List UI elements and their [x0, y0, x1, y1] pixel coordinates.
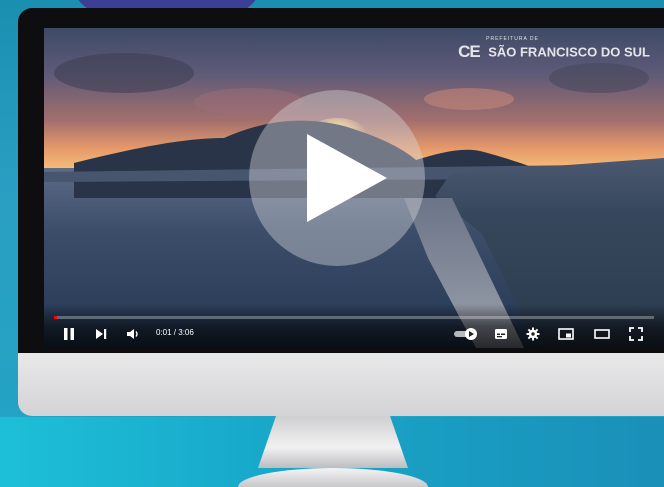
video-cloud — [424, 88, 514, 110]
subtitles-button[interactable] — [492, 325, 510, 343]
theater-icon — [594, 329, 610, 339]
channel-watermark: PREFEITURA DE CE SÃO FRANCISCO DO SUL — [458, 36, 650, 62]
subtitles-icon — [495, 329, 507, 339]
volume-button[interactable] — [124, 325, 142, 343]
monitor: PREFEITURA DE CE SÃO FRANCISCO DO SUL 0:… — [18, 8, 664, 416]
monitor-chin — [18, 353, 664, 416]
settings-button[interactable] — [524, 325, 542, 343]
fullscreen-button[interactable] — [626, 325, 646, 343]
play-button[interactable] — [249, 90, 425, 266]
time-display: 0:01 / 3:06 — [156, 328, 194, 337]
video-cloud — [549, 63, 649, 93]
pause-icon — [64, 328, 74, 340]
progress-fill — [54, 316, 57, 319]
autoplay-toggle[interactable] — [452, 325, 480, 343]
monitor-bezel: PREFEITURA DE CE SÃO FRANCISCO DO SUL 0:… — [18, 8, 664, 353]
channel-small-text: PREFEITURA DE — [486, 36, 539, 42]
theater-mode-button[interactable] — [592, 325, 612, 343]
next-icon — [96, 329, 107, 339]
player-controls: 0:01 / 3:06 — [44, 304, 664, 348]
monitor-stand — [258, 416, 408, 468]
miniplayer-button[interactable] — [556, 325, 576, 343]
video-cloud — [54, 53, 194, 93]
channel-name: SÃO FRANCISCO DO SUL — [488, 44, 650, 60]
next-button[interactable] — [92, 325, 110, 343]
volume-icon — [127, 329, 138, 339]
gear-icon — [526, 327, 540, 341]
channel-logo-mark: CE — [458, 42, 481, 61]
progress-bar[interactable] — [54, 316, 654, 319]
miniplayer-icon — [558, 328, 574, 340]
pause-button[interactable] — [60, 325, 78, 343]
video-player[interactable]: PREFEITURA DE CE SÃO FRANCISCO DO SUL 0:… — [44, 28, 664, 348]
play-icon — [307, 134, 387, 222]
fullscreen-icon — [629, 327, 643, 341]
autoplay-toggle-icon — [454, 328, 477, 340]
